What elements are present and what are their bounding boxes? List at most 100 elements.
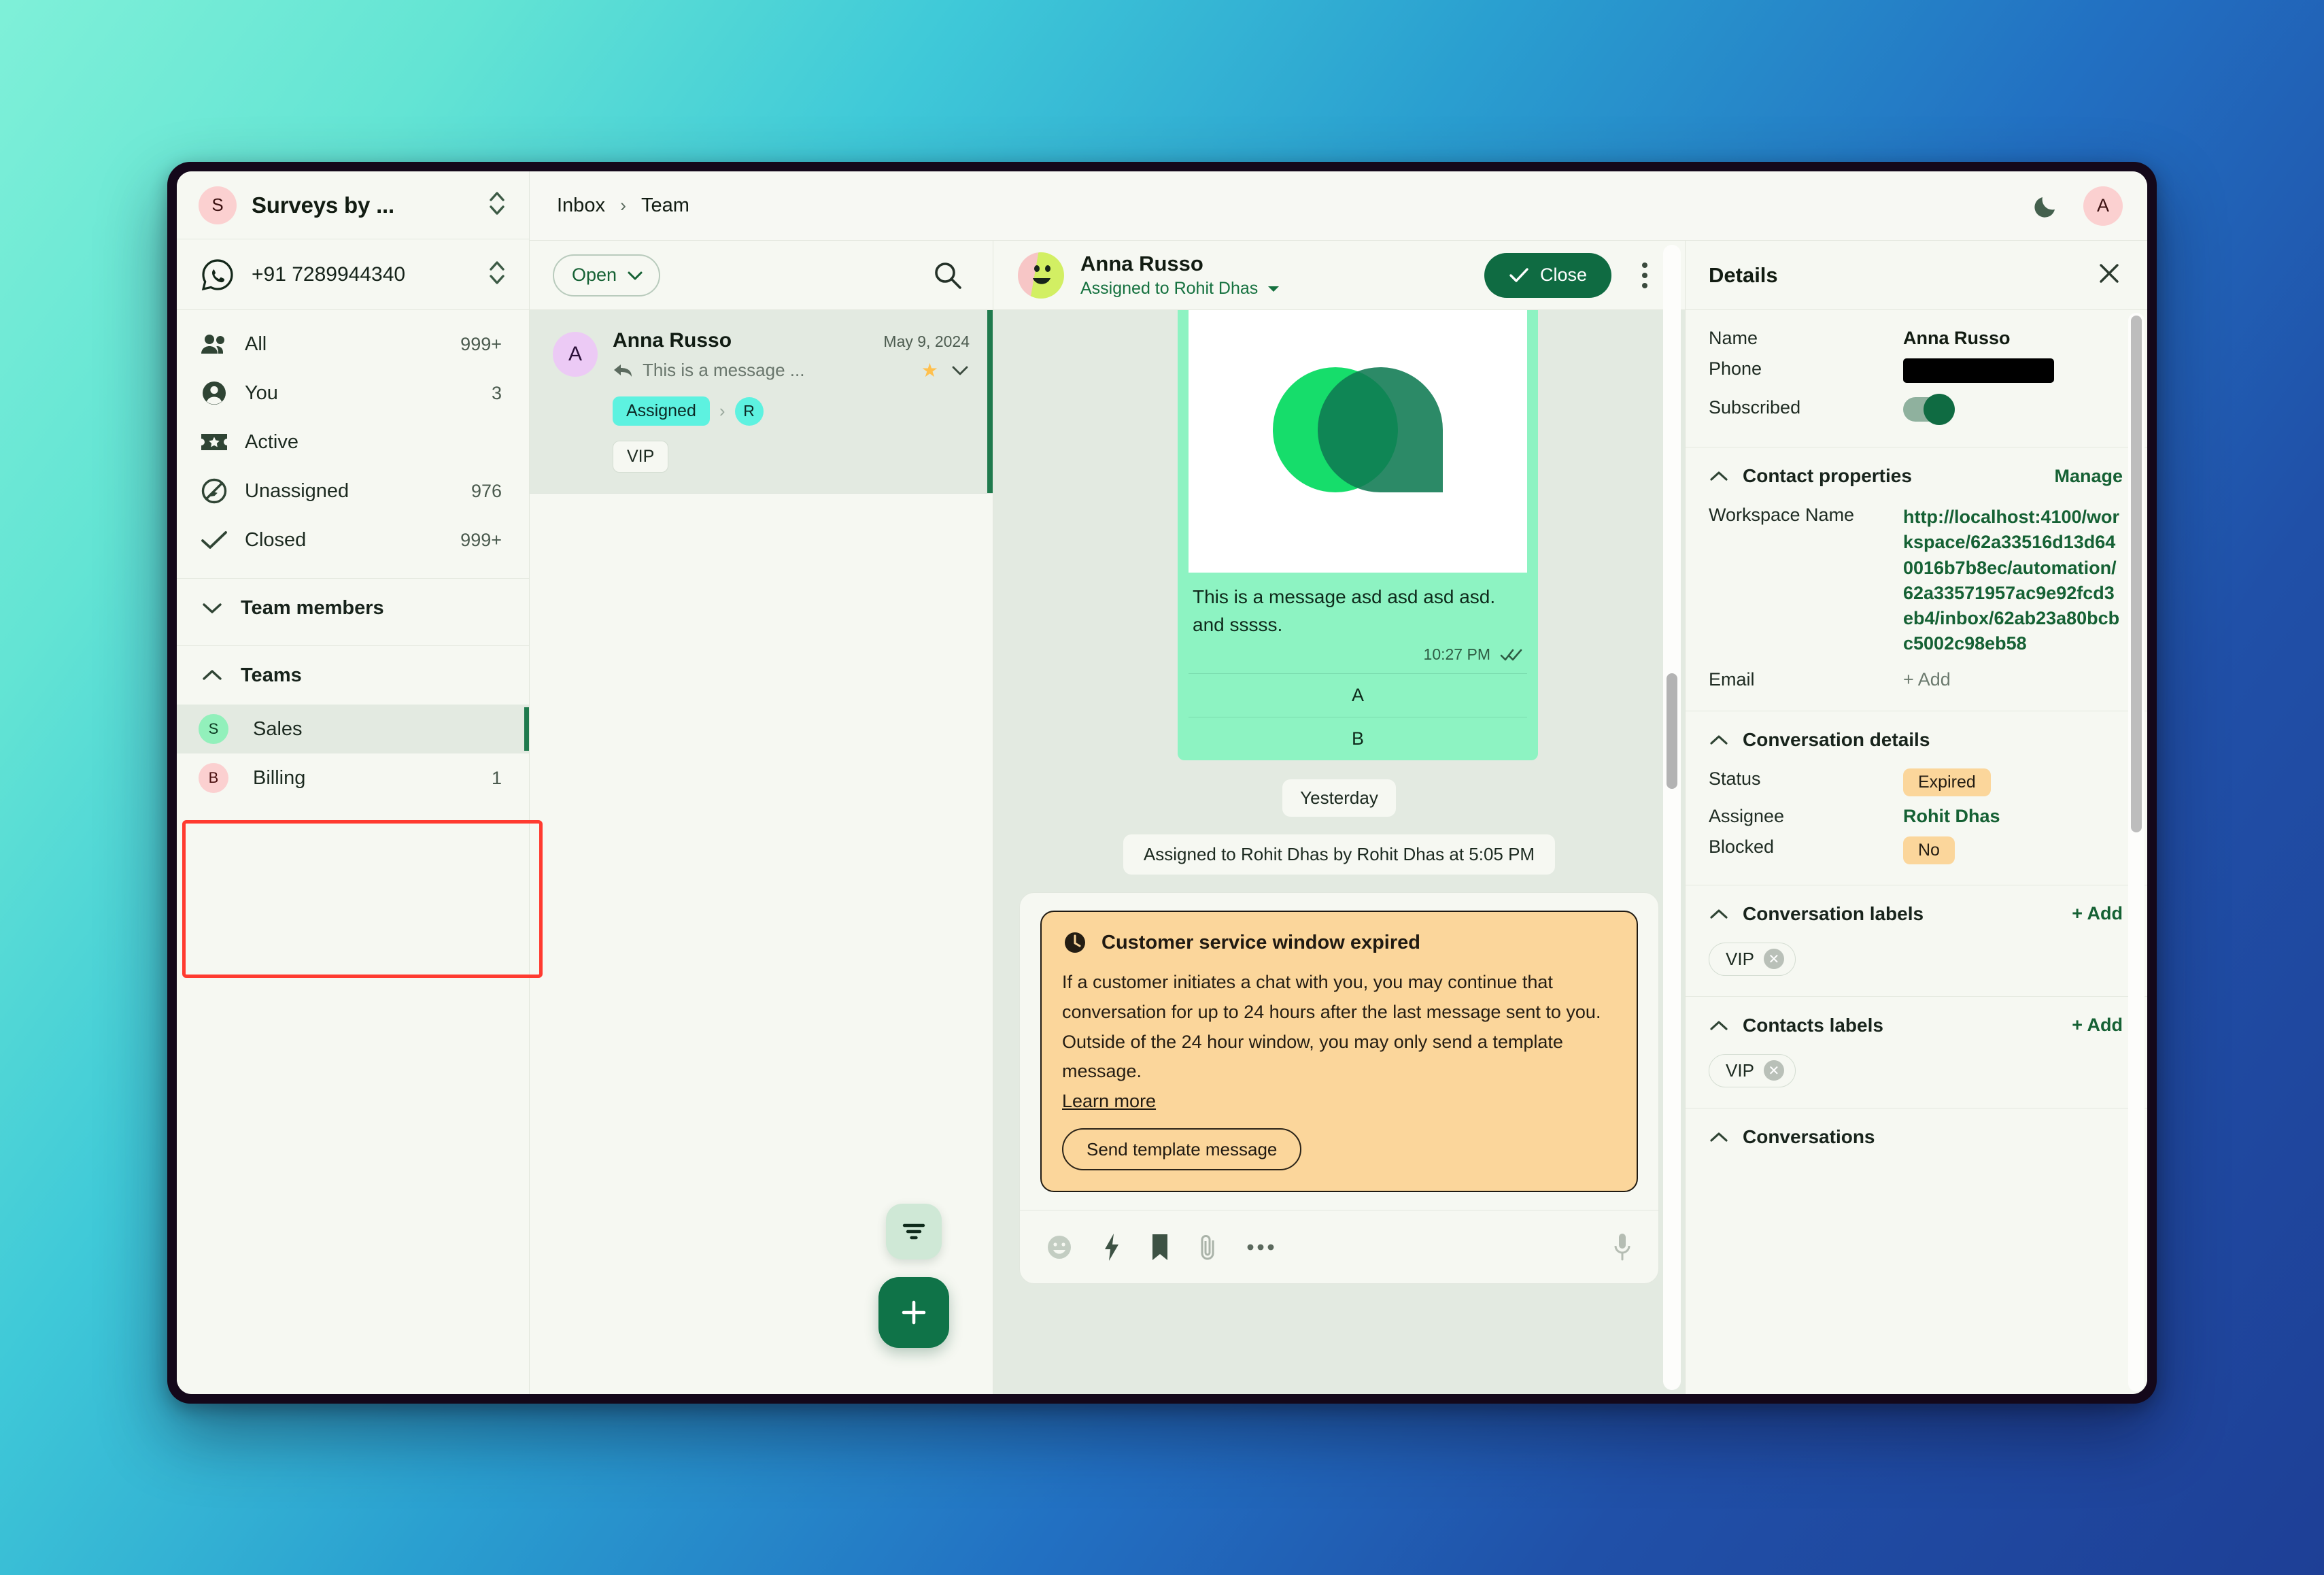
details-scrollbar[interactable] [2128,313,2144,1391]
contact-avatar [1018,252,1064,299]
message-meta: 10:27 PM [1189,639,1527,673]
chat-scrollbar[interactable] [1663,245,1681,1390]
sidebar-item-label: Unassigned [245,479,349,502]
search-icon[interactable] [929,256,967,294]
message-button-a[interactable]: A [1189,673,1527,717]
conversation-name: Anna Russo [613,329,732,352]
composer-toolbar [1020,1210,1658,1283]
message-button-b[interactable]: B [1189,717,1527,760]
chevron-up-icon [1709,907,1729,921]
chat-messages: This is a message asd asd asd asd. and s… [993,310,1685,1394]
detail-row-assignee: Assignee Rohit Dhas [1709,806,2123,827]
label-chip: VIP [613,441,669,473]
manage-link[interactable]: Manage [2054,466,2123,487]
user-avatar[interactable]: A [2083,186,2123,226]
section-header[interactable]: Contacts labels + Add [1709,1015,2123,1036]
new-conversation-button[interactable] [878,1277,949,1348]
detail-key: Status [1709,768,1761,789]
chat-panel: Anna Russo Assigned to Rohit Dhas Close [993,241,1685,1394]
sidebar: S Surveys by ... +91 7289944340 All 999+ [177,171,543,1394]
avatar: A [553,332,598,377]
detail-key: Blocked [1709,836,1775,857]
bookmark-icon[interactable] [1149,1232,1171,1262]
detail-value: Expired [1903,768,2123,796]
assignee-value[interactable]: Rohit Dhas [1903,806,2123,827]
status-filter-dropdown[interactable]: Open [553,254,661,297]
star-icon[interactable]: ★ [921,359,938,382]
detail-value [1903,394,2123,426]
conversation-body: Anna Russo May 9, 2024 This is a message… [613,329,970,473]
microphone-icon[interactable] [1611,1231,1634,1264]
filter-button[interactable] [886,1204,942,1259]
composer: Customer service window expired If a cus… [1019,892,1659,1285]
close-button-label: Close [1539,265,1587,285]
detail-value-link[interactable]: http://localhost:4100/workspace/62a33516… [1903,505,2123,657]
detail-key: Subscribed [1709,397,1801,418]
chat-scrollbar-thumb[interactable] [1667,673,1677,789]
chat-assignee-label: Assigned to Rohit Dhas [1080,279,1259,298]
add-conversation-label-button[interactable]: + Add [2072,903,2123,924]
sidebar-item-you[interactable]: You 3 [177,369,529,418]
sidebar-nav: All 999+ You 3 Active Unassigned 976 Clo… [177,310,529,570]
detail-key: Name [1709,328,1758,348]
chevron-up-icon [1709,733,1729,747]
team-avatar: S [199,714,228,744]
sidebar-item-unassigned[interactable]: Unassigned 976 [177,467,529,515]
sidebar-team-sales[interactable]: S Sales [177,705,529,753]
section-header[interactable]: Conversation labels + Add [1709,903,2123,925]
service-window-alert: Customer service window expired If a cus… [1040,911,1638,1193]
conversation-list-item[interactable]: A Anna Russo May 9, 2024 This is a messa… [530,310,993,494]
sidebar-item-label: All [245,333,267,355]
breadcrumb-inbox[interactable]: Inbox [557,194,605,217]
detail-key: Email [1709,668,1755,690]
assignee-avatar: R [734,396,764,426]
lightning-icon[interactable] [1101,1232,1122,1262]
ellipsis-icon[interactable] [1246,1242,1276,1252]
sidebar-team-billing[interactable]: B Billing 1 [177,753,529,802]
breadcrumb-team[interactable]: Team [641,194,689,217]
sidebar-item-active[interactable]: Active [177,418,529,467]
dark-mode-moon-icon[interactable] [2032,192,2060,220]
team-avatar: B [199,763,228,793]
details-panel: Details Name Anna Russo Phone Subscribed… [1685,241,2147,1394]
send-template-message-button[interactable]: Send template message [1062,1128,1302,1171]
section-header[interactable]: Conversations [1709,1126,2123,1148]
chat-more-menu[interactable] [1628,262,1662,288]
section-header[interactable]: Conversation details [1709,729,2123,751]
emoji-icon[interactable] [1044,1232,1074,1262]
learn-more-link[interactable]: Learn more [1062,1091,1156,1112]
details-body: Name Anna Russo Phone Subscribed Contact… [1686,310,2147,1394]
section-header[interactable]: Contact properties Manage [1709,465,2123,487]
label-chip: VIP ✕ [1709,1053,1796,1087]
detail-row-workspace-name: Workspace Name http://localhost:4100/wor… [1709,505,2123,657]
group-team-members[interactable]: Team members [177,579,529,637]
sidebar-item-count: 976 [471,480,502,501]
chevron-up-icon [1709,469,1729,483]
sidebar-item-all[interactable]: All 999+ [177,320,529,369]
add-contact-label-button[interactable]: + Add [2072,1015,2123,1036]
conversation-preview: This is a message ... [613,360,804,381]
conversation-preview-row: This is a message ... ★ [613,359,970,382]
sidebar-item-closed[interactable]: Closed 999+ [177,515,529,564]
remove-label-icon[interactable]: ✕ [1763,949,1784,969]
remove-label-icon[interactable]: ✕ [1763,1060,1784,1081]
close-conversation-button[interactable]: Close [1484,252,1611,298]
alert-header: Customer service window expired [1062,930,1616,955]
details-scrollbar-thumb[interactable] [2131,316,2142,832]
chat-header-text: Anna Russo Assigned to Rohit Dhas [1080,252,1468,299]
team-count: 1 [491,767,502,788]
detail-value: No [1903,836,2123,864]
sidebar-item-label: Active [245,430,298,453]
label-chip-text: VIP [1726,948,1754,969]
section-title: Contacts labels [1743,1014,1883,1036]
subscribed-toggle[interactable] [1903,394,1955,425]
filter-icon [902,1223,925,1240]
chat-assignee[interactable]: Assigned to Rohit Dhas [1080,279,1468,299]
attachment-icon[interactable] [1198,1232,1218,1262]
group-label: Team members [241,596,384,619]
close-icon[interactable] [2096,260,2123,290]
channel-switcher[interactable]: +91 7289944340 [177,239,529,310]
add-email-link[interactable]: + Add [1903,669,2123,690]
group-teams[interactable]: Teams [177,646,529,705]
workspace-switcher[interactable]: S Surveys by ... [177,171,529,239]
